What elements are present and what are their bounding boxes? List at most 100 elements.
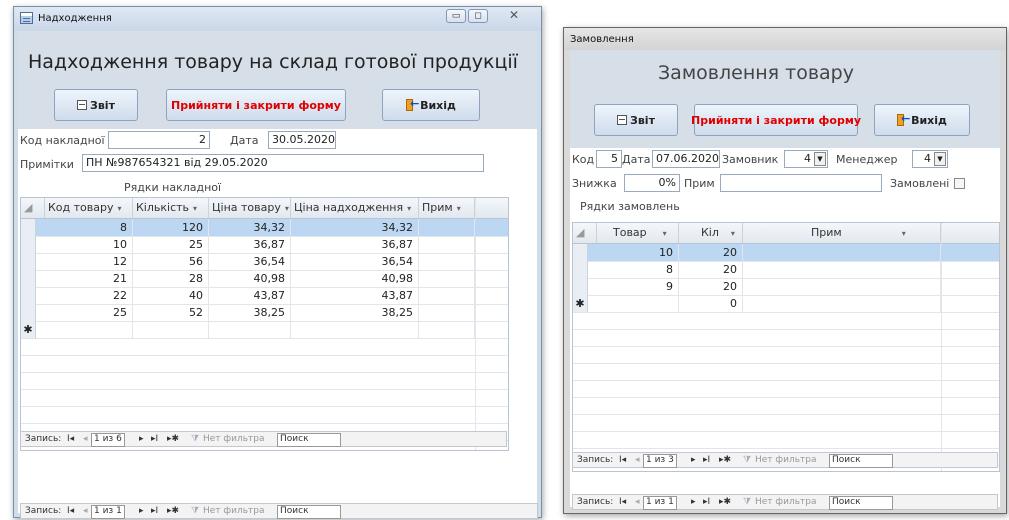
table-cell[interactable]: 43,87 [209, 287, 291, 304]
row-selector[interactable] [573, 278, 588, 295]
col-header-note[interactable]: Прим ▾ [743, 223, 941, 243]
table-cell[interactable]: 12 [45, 253, 133, 270]
table-cell[interactable]: 8 [597, 261, 679, 278]
col-header-product[interactable]: Товар ▾ [597, 223, 679, 243]
table-cell[interactable]: 36,54 [291, 253, 419, 270]
customer-combo[interactable]: 4 ▼ [784, 150, 828, 168]
table-cell[interactable] [291, 321, 419, 338]
last-record-icon[interactable]: ▸I [703, 455, 710, 465]
accept-close-button[interactable]: Прийняти і закрити форму [166, 89, 346, 121]
row-selector[interactable] [21, 236, 36, 253]
table-cell[interactable] [419, 321, 475, 338]
table-row[interactable]: 8 120 34,32 34,32 [21, 219, 508, 237]
table-cell[interactable]: 40 [133, 287, 209, 304]
no-filter-button[interactable]: Нет фильтра [203, 434, 264, 444]
exit-button[interactable]: Вихід [382, 89, 480, 121]
report-button[interactable]: Звіт [594, 104, 678, 136]
table-cell[interactable]: 8 [45, 219, 133, 236]
table-cell[interactable] [743, 295, 941, 312]
table-cell[interactable] [209, 321, 291, 338]
last-record-icon[interactable]: ▸I [151, 434, 158, 444]
table-cell[interactable]: 25 [133, 236, 209, 253]
close-icon[interactable]: ✕ [504, 9, 524, 23]
table-row[interactable]: 9 20 [573, 278, 999, 296]
table-row[interactable]: 25 52 38,25 38,25 [21, 304, 508, 322]
minimize-icon[interactable]: ▭ [446, 9, 466, 23]
order-titlebar[interactable]: Замовлення [564, 28, 1006, 50]
table-cell[interactable] [419, 219, 475, 236]
prev-record-icon[interactable]: ◂ [635, 455, 640, 465]
table-cell[interactable]: 20 [679, 278, 743, 295]
select-all-corner[interactable]: ◢ [573, 223, 597, 243]
table-cell[interactable]: 9 [597, 278, 679, 295]
table-cell[interactable]: 56 [133, 253, 209, 270]
table-cell[interactable]: 22 [45, 287, 133, 304]
new-record-icon[interactable]: ▸✱ [719, 497, 731, 507]
accept-close-button[interactable]: Прийняти і закрити форму [691, 104, 861, 136]
record-position-field[interactable]: 1 из 6 [91, 433, 125, 447]
discount-field[interactable]: 0% [624, 174, 680, 192]
row-selector[interactable] [573, 244, 588, 261]
table-row[interactable]: 21 28 40,98 40,98 [21, 270, 508, 288]
col-header-quantity[interactable]: Кіл ▾ [679, 223, 743, 243]
table-row[interactable]: 10 20 [573, 244, 999, 262]
table-cell[interactable]: 21 [45, 270, 133, 287]
search-input[interactable]: Поиск [277, 433, 341, 447]
table-cell[interactable]: 40,98 [209, 270, 291, 287]
date-field[interactable]: 07.06.2020 [652, 150, 720, 168]
table-cell[interactable]: 34,32 [291, 219, 419, 236]
select-all-corner[interactable]: ◢ [21, 198, 45, 218]
table-cell[interactable]: 36,87 [209, 236, 291, 253]
first-record-icon[interactable]: I◂ [619, 497, 626, 507]
code-field[interactable]: 5 [596, 150, 622, 168]
last-record-icon[interactable]: ▸I [703, 497, 710, 507]
row-selector[interactable] [573, 261, 588, 278]
maximize-icon[interactable]: ◻ [468, 9, 488, 23]
table-cell[interactable]: 10 [45, 236, 133, 253]
search-input[interactable]: Поиск [829, 496, 893, 510]
last-record-icon[interactable]: ▸I [151, 506, 158, 516]
table-cell[interactable]: 28 [133, 270, 209, 287]
row-selector[interactable] [21, 270, 36, 287]
new-record-row[interactable]: ✱ [21, 321, 508, 339]
next-record-icon[interactable]: ▸ [691, 455, 696, 465]
table-cell[interactable] [419, 253, 475, 270]
table-cell[interactable]: 34,32 [209, 219, 291, 236]
table-cell[interactable]: 10 [597, 244, 679, 261]
col-header-product-code[interactable]: Код товару ▾ [45, 198, 133, 218]
col-header-receipt-price[interactable]: Ціна надходження ▾ [291, 198, 419, 218]
table-row[interactable]: 12 56 36,54 36,54 [21, 253, 508, 271]
first-record-icon[interactable]: I◂ [619, 455, 626, 465]
table-cell[interactable] [419, 304, 475, 321]
record-position-field[interactable]: 1 из 1 [643, 496, 677, 510]
record-position-field[interactable]: 1 из 3 [643, 454, 677, 468]
table-cell[interactable] [419, 270, 475, 287]
invoice-code-field[interactable]: 2 [108, 131, 210, 149]
table-cell[interactable]: 36,54 [209, 253, 291, 270]
table-cell[interactable]: 38,25 [291, 304, 419, 321]
next-record-icon[interactable]: ▸ [139, 434, 144, 444]
prev-record-icon[interactable]: ◂ [83, 434, 88, 444]
table-cell[interactable]: 25 [45, 304, 133, 321]
table-cell[interactable]: 40,98 [291, 270, 419, 287]
table-cell[interactable] [597, 295, 679, 312]
row-selector[interactable] [21, 287, 36, 304]
notes-field[interactable]: ПН №987654321 від 29.05.2020 [82, 154, 484, 172]
table-cell[interactable] [419, 287, 475, 304]
new-record-icon[interactable]: ▸✱ [719, 455, 731, 465]
table-cell[interactable]: 20 [679, 261, 743, 278]
table-row[interactable]: 8 20 [573, 261, 999, 279]
row-selector[interactable] [21, 253, 36, 270]
no-filter-button[interactable]: Нет фильтра [203, 506, 264, 516]
table-cell[interactable]: 0 [679, 295, 743, 312]
table-cell[interactable] [419, 236, 475, 253]
dropdown-arrow-icon[interactable]: ▼ [934, 152, 946, 166]
receipt-titlebar[interactable]: Надходження ▭ ◻ ✕ [14, 7, 541, 31]
exit-button[interactable]: Вихід [874, 104, 970, 136]
next-record-icon[interactable]: ▸ [139, 506, 144, 516]
manager-combo[interactable]: 4 ▼ [912, 150, 948, 168]
first-record-icon[interactable]: I◂ [67, 506, 74, 516]
note-field[interactable] [720, 174, 882, 192]
date-field[interactable]: 30.05.2020 [268, 131, 336, 149]
no-filter-button[interactable]: Нет фильтра [755, 497, 816, 507]
